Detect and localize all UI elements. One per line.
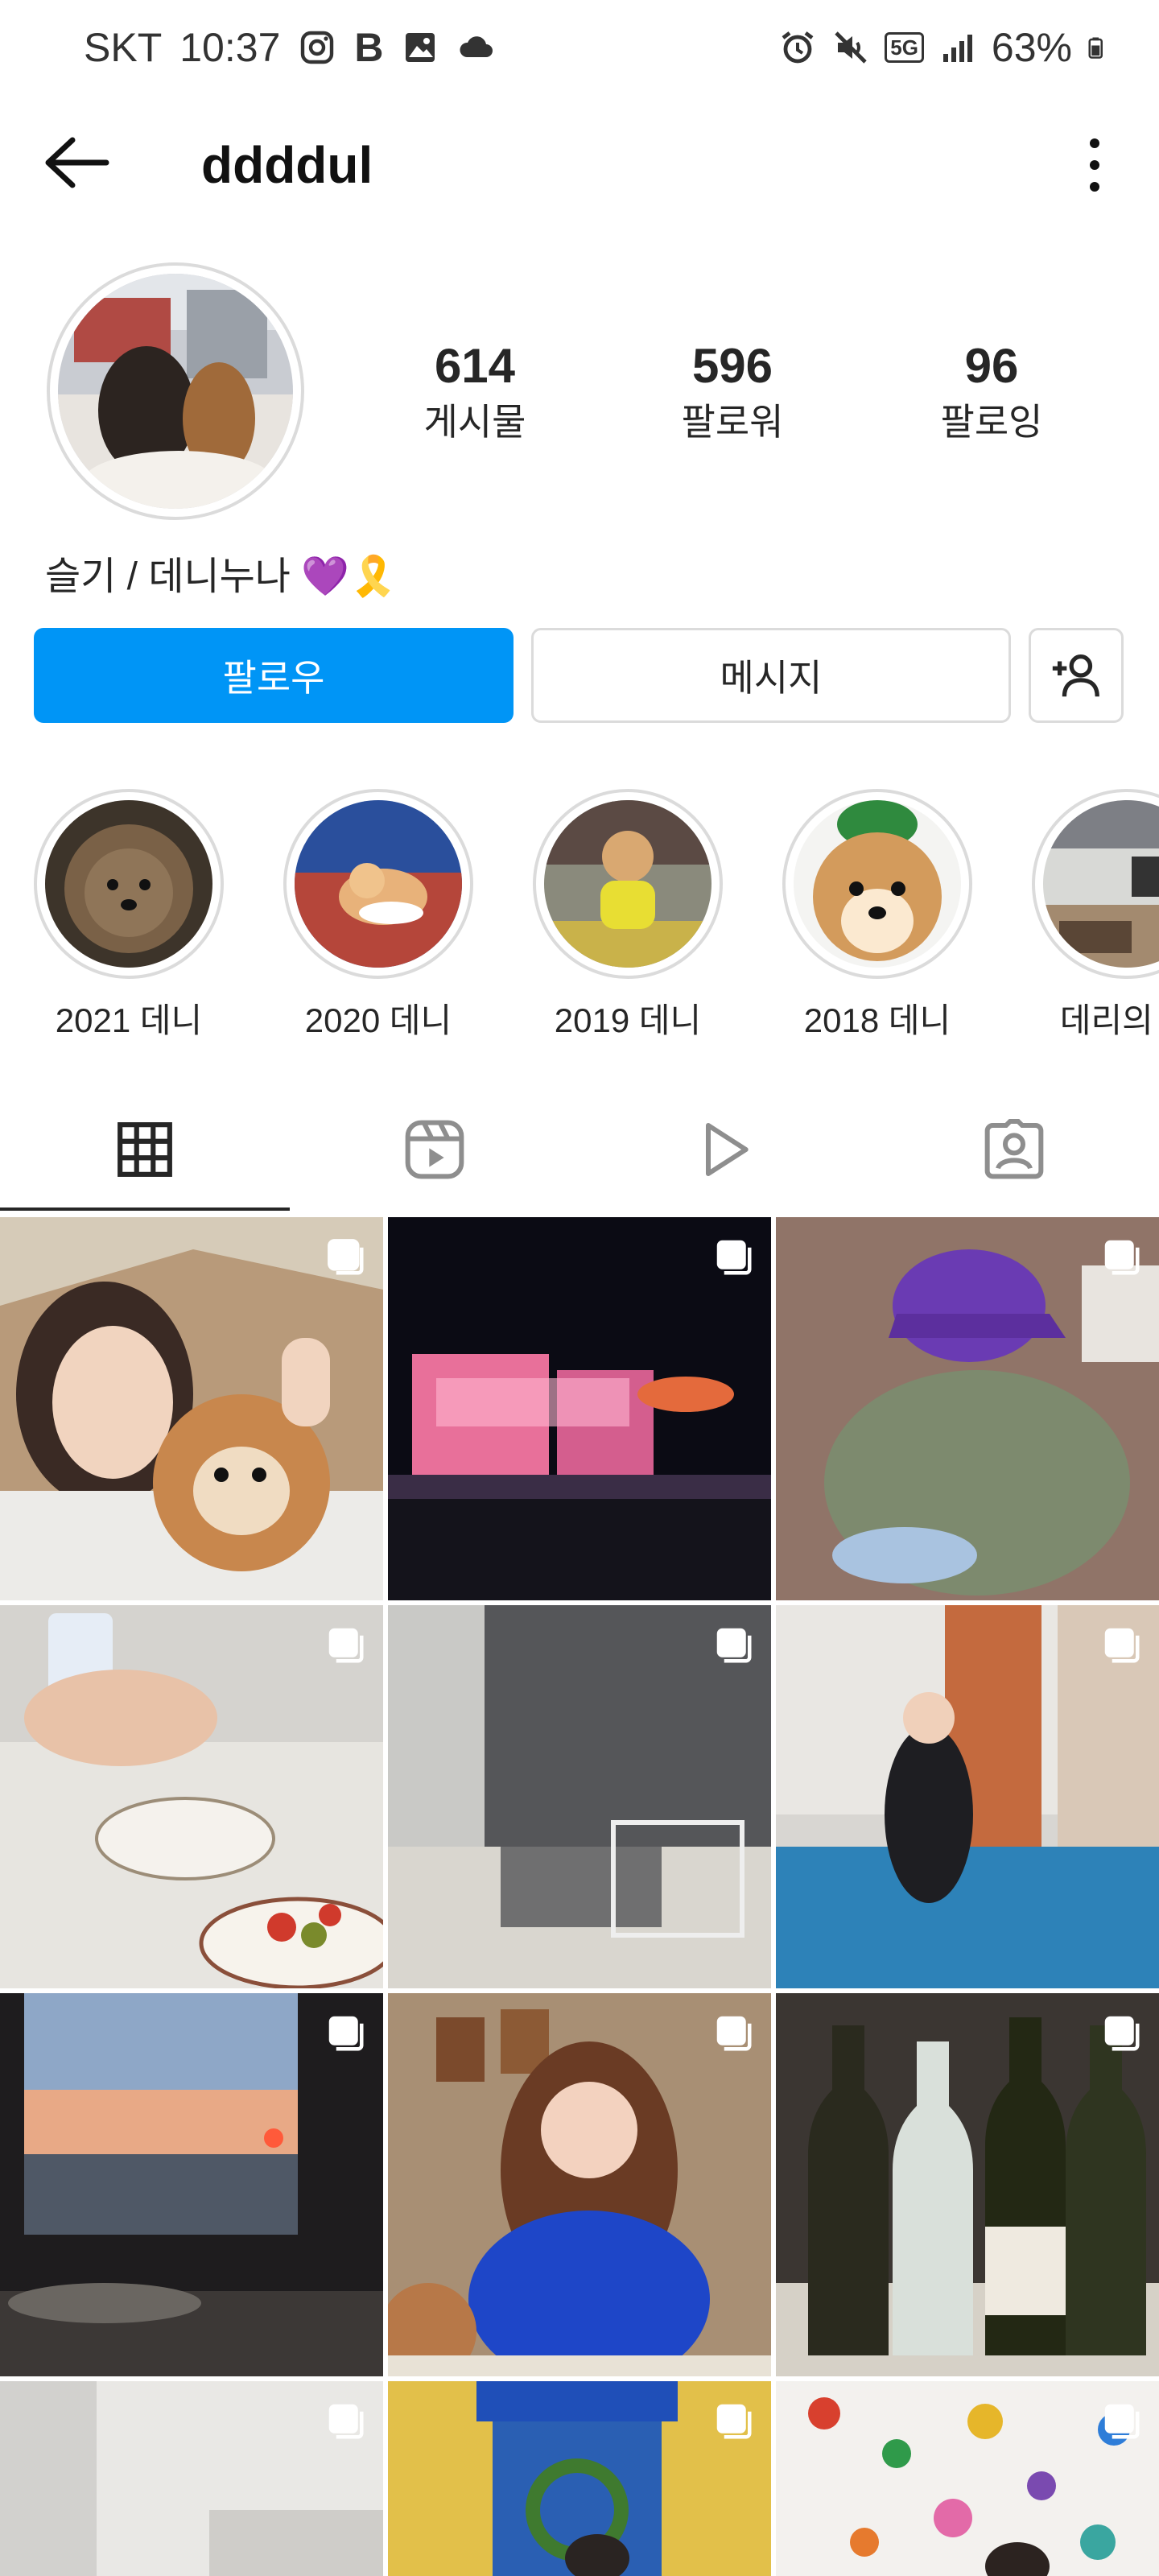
highlight-label: 2019 데니 [554,1001,702,1039]
highlight-cover [1043,800,1159,968]
multiple-images-icon [716,1628,752,1663]
tagged-icon [984,1119,1044,1179]
mute-icon [835,31,867,64]
add-person-icon [1052,654,1099,697]
highlight-cover [544,800,711,968]
multiple-images-icon [1104,1628,1140,1663]
post-thumbnail[interactable] [776,1217,1159,1600]
follow-button-label: 팔로우 [222,657,325,699]
multiple-images-icon [1104,1240,1140,1275]
post-thumbnail[interactable] [388,1605,771,1988]
bio-text: 슬기 / 데니누나 💜🎗️ [45,555,398,598]
highlight-label: 2021 데니 [55,1001,203,1039]
alarm-icon [782,31,814,64]
app-notification-b: B [354,25,384,70]
highlight-label: 2020 데니 [304,1001,452,1039]
carrier-label: SKT [84,25,163,70]
back-arrow-icon[interactable] [40,130,113,195]
clock: 10:37 [179,25,281,70]
profile-header: ddddul [0,113,1159,209]
suggested-accounts-button[interactable] [1029,628,1124,723]
highlight-label: 2018 데니 [803,1001,951,1039]
tab-videos[interactable] [580,1087,869,1212]
message-button-label: 메시지 [720,657,823,699]
play-icon [706,1123,749,1176]
gallery-icon [406,33,435,62]
cloud-icon [460,36,493,57]
multiple-images-icon [716,2016,752,2051]
post-thumbnail[interactable] [776,1993,1159,2376]
highlight-cover [794,800,961,968]
battery-percent: 63% [991,25,1072,70]
following-count: 96 [964,339,1019,393]
instagram-icon [301,31,334,64]
posts-count: 614 [434,339,516,393]
multiple-images-icon [716,1240,752,1275]
highlight-cover [45,800,212,968]
avatar-photo [58,274,293,509]
post-thumbnail[interactable] [0,1605,383,1988]
story-highlight[interactable]: 2021 데니 [32,789,225,1042]
reels-icon [405,1120,464,1179]
story-highlight[interactable]: 2020 데니 [282,789,475,1042]
more-options-icon[interactable] [1070,129,1119,201]
post-thumbnail[interactable] [0,1993,383,2376]
network-type: 5G [885,32,924,63]
tab-tagged[interactable] [869,1087,1159,1212]
multiple-images-icon [328,2016,364,2051]
story-highlight[interactable]: 데리의 하 [1030,789,1159,1042]
tab-reels[interactable] [290,1087,580,1212]
posts-label: 게시물 [423,401,526,443]
posts-stat[interactable]: 614 게시물 [378,338,571,446]
multiple-images-icon [328,2404,364,2439]
highlight-label: 데리의 하 [1059,1001,1159,1039]
multiple-images-icon [716,2404,752,2439]
highlight-cover [295,800,462,968]
followers-stat[interactable]: 596 팔로워 [636,338,829,446]
grid-icon [118,1122,172,1177]
profile-tabs [0,1087,1159,1216]
follow-button[interactable]: 팔로우 [34,628,514,723]
post-thumbnail[interactable] [0,2381,383,2576]
story-highlight[interactable]: 2019 데니 [531,789,724,1042]
following-label: 팔로잉 [940,401,1043,443]
multiple-images-icon [1104,2404,1140,2439]
post-thumbnail[interactable] [0,1217,383,1600]
profile-avatar[interactable] [47,262,304,520]
multiple-images-icon [1104,2016,1140,2051]
multiple-images-icon [328,1628,364,1663]
profile-bio: 슬기 / 데니누나 💜🎗️ [45,544,398,601]
battery-icon [1088,37,1103,59]
following-stat[interactable]: 96 팔로잉 [895,338,1088,446]
active-tab-indicator [0,1208,290,1211]
message-button[interactable]: 메시지 [531,628,1011,723]
multiple-images-icon [328,1239,364,1275]
tab-posts-grid[interactable] [0,1087,290,1212]
status-bar: SKT 10:37 B 5G 63% [0,0,1159,97]
followers-count: 596 [691,339,773,393]
story-highlight[interactable]: 2018 데니 [781,789,974,1042]
post-thumbnail[interactable] [388,2381,771,2576]
post-thumbnail[interactable] [388,1993,771,2376]
profile-username: ddddul [201,136,373,194]
followers-label: 팔로워 [681,401,784,443]
post-thumbnail[interactable] [388,1217,771,1600]
signal-icon [942,35,972,62]
post-thumbnail[interactable] [776,2381,1159,2576]
post-thumbnail[interactable] [776,1605,1159,1988]
